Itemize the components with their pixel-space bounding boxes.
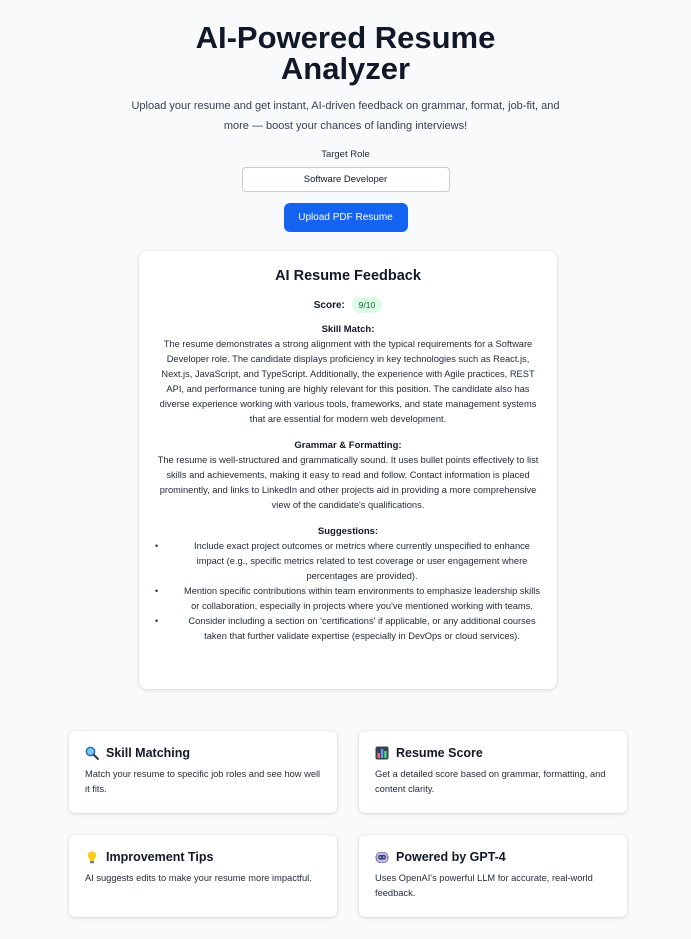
score-label: Score: [313,300,345,311]
suggestion-item: • Include exact project outcomes or metr… [155,539,541,584]
suggestions-list: • Include exact project outcomes or metr… [155,539,541,644]
score-badge: 9/10 [351,297,383,314]
suggestion-item: • Consider including a section on 'certi… [155,614,541,644]
suggestion-text: Mention specific contributions within te… [183,586,541,611]
feature-title-row: Powered by GPT-4 [375,849,611,865]
feature-title: Powered by GPT-4 [396,850,506,864]
suggestions-section: Suggestions: • Include exact project out… [155,524,541,644]
feature-card-improvement-tips: Improvement Tips AI suggests edits to ma… [69,835,337,917]
magnifying-glass-icon [85,746,99,760]
feature-card-powered-by-gpt4: Powered by GPT-4 Uses OpenAI's powerful … [359,835,627,917]
feature-title-row: Improvement Tips [85,849,321,865]
feature-title: Skill Matching [106,746,191,760]
light-bulb-icon [85,850,99,864]
skill-match-heading: Skill Match: [321,324,375,335]
skill-match-section: Skill Match: The resume demonstrates a s… [155,322,541,427]
suggestions-heading: Suggestions: [317,526,379,537]
bullet-icon: • [155,586,159,596]
feature-description: Uses OpenAI's powerful LLM for accurate,… [375,873,593,898]
feedback-title: AI Resume Feedback [275,268,421,284]
page-title: AI-Powered Resume Analyzer [195,20,496,86]
bullet-icon: • [155,541,159,551]
page-subtitle: Upload your resume and get instant, AI-d… [131,100,560,132]
suggestion-item: • Mention specific contributions within … [155,584,541,614]
suggestion-text: Consider including a section on 'certifi… [188,616,536,641]
grammar-section: Grammar & Formatting: The resume is well… [155,438,541,513]
grammar-text: The resume is well-structured and gramma… [157,455,539,510]
target-role-label: Target Role [321,149,370,160]
skill-match-text: The resume demonstrates a strong alignme… [159,339,537,424]
feature-card-skill-matching: Skill Matching Match your resume to spec… [69,731,337,813]
bullet-icon: • [155,616,159,626]
suggestion-text: Include exact project outcomes or metric… [194,541,530,581]
feature-description: Match your resume to specific job roles … [85,769,321,794]
feedback-card: AI Resume Feedback Score: 9/10 Skill Mat… [139,251,557,689]
upload-pdf-button[interactable]: Upload PDF Resume [283,203,408,232]
robot-icon [375,850,389,864]
feature-title-row: Skill Matching [85,745,321,761]
score-row: Score: 9/10 [155,297,541,315]
feature-description: Get a detailed score based on grammar, f… [375,769,606,794]
hero-section: AI-Powered Resume Analyzer Upload your r… [0,0,691,232]
target-role-input[interactable] [241,167,450,192]
bar-chart-icon [375,746,389,760]
feature-description: AI suggests edits to make your resume mo… [85,873,312,883]
feature-title: Improvement Tips [106,850,214,864]
grammar-heading: Grammar & Formatting: [294,440,402,451]
feature-title-row: Resume Score [375,745,611,761]
feature-card-resume-score: Resume Score Get a detailed score based … [359,731,627,813]
feature-title: Resume Score [396,746,483,760]
